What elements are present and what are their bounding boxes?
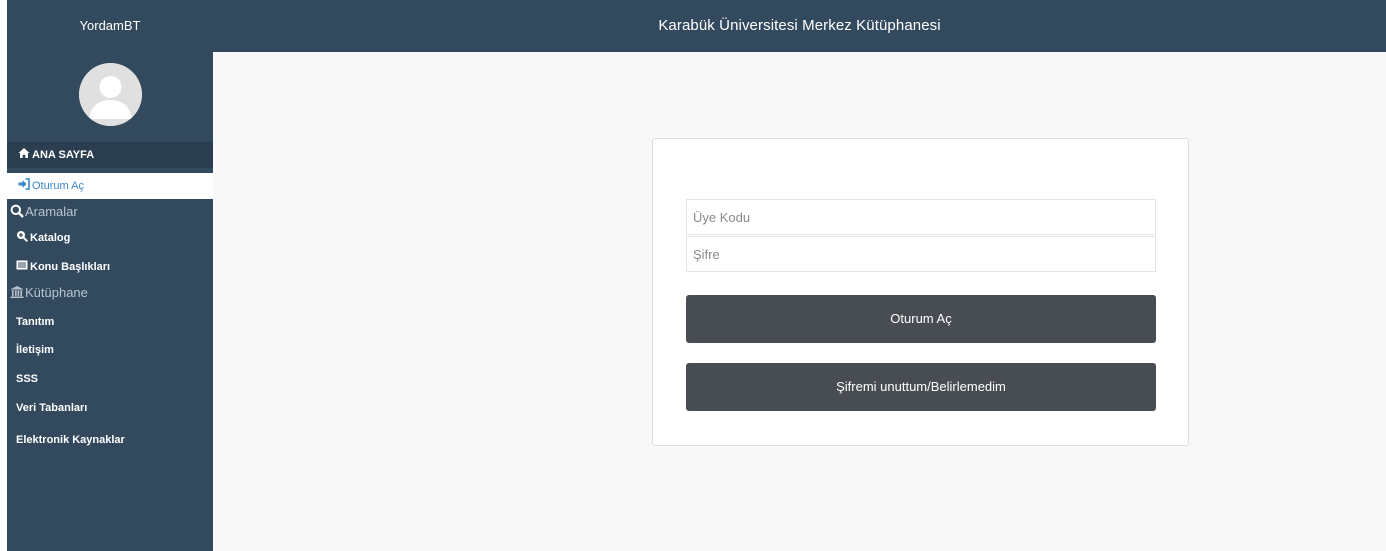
home-icon xyxy=(18,148,30,158)
sign-in-icon xyxy=(18,178,30,190)
sidebar-item-label: Veri Tabanları xyxy=(16,402,88,414)
sidebar-item-label: ANA SAYFA xyxy=(32,149,95,161)
sidebar: ANA SAYFA Oturum Aç Aramalar Katalog Kon… xyxy=(7,52,213,551)
search-icon xyxy=(10,204,24,218)
sidebar-item-catalog[interactable]: Katalog xyxy=(7,226,213,250)
sidebar-item-subjects[interactable]: Konu Başlıkları xyxy=(7,255,213,279)
login-button[interactable]: Oturum Aç xyxy=(686,295,1156,343)
sidebar-item-faq[interactable]: SSS xyxy=(7,367,213,391)
site-title: Karabük Üniversitesi Merkez Kütüphanesi xyxy=(658,17,941,34)
login-card: Oturum Aç Şifremi unuttum/Belirlemedim xyxy=(652,138,1189,446)
sidebar-item-contact[interactable]: İletişim xyxy=(7,338,213,362)
forgot-password-button[interactable]: Şifremi unuttum/Belirlemedim xyxy=(686,363,1156,411)
section-label: Aramalar xyxy=(25,204,78,219)
avatar xyxy=(79,63,142,126)
sidebar-item-label: Oturum Aç xyxy=(32,180,84,192)
zoom-in-icon xyxy=(17,231,28,242)
section-label: Kütüphane xyxy=(25,285,88,300)
brand-logo[interactable]: YordamBT xyxy=(7,0,213,52)
section-library: Kütüphane xyxy=(7,283,213,303)
list-alt-icon xyxy=(16,260,28,270)
sidebar-item-label: Tanıtım xyxy=(16,316,55,328)
sidebar-item-label: İletişim xyxy=(16,344,54,356)
sidebar-item-home[interactable]: ANA SAYFA xyxy=(7,142,213,168)
sidebar-item-label: Konu Başlıkları xyxy=(30,261,111,273)
sidebar-item-label: Elektronik Kaynaklar xyxy=(16,434,125,446)
user-silhouette-icon xyxy=(79,63,142,126)
sidebar-item-intro[interactable]: Tanıtım xyxy=(7,310,213,334)
sidebar-item-login[interactable]: Oturum Aç xyxy=(7,173,213,199)
sidebar-item-databases[interactable]: Veri Tabanları xyxy=(7,396,213,420)
sidebar-item-label: Katalog xyxy=(30,232,71,244)
password-input[interactable] xyxy=(686,236,1156,272)
sidebar-item-e-resources[interactable]: Elektronik Kaynaklar xyxy=(7,428,213,452)
member-code-input[interactable] xyxy=(686,199,1156,235)
institution-icon xyxy=(10,286,24,298)
main-content: Oturum Aç Şifremi unuttum/Belirlemedim xyxy=(213,52,1386,551)
sidebar-item-label: SSS xyxy=(16,373,39,385)
top-navbar: YordamBT Karabük Üniversitesi Merkez Küt… xyxy=(7,0,1386,52)
section-searches: Aramalar xyxy=(7,202,213,222)
